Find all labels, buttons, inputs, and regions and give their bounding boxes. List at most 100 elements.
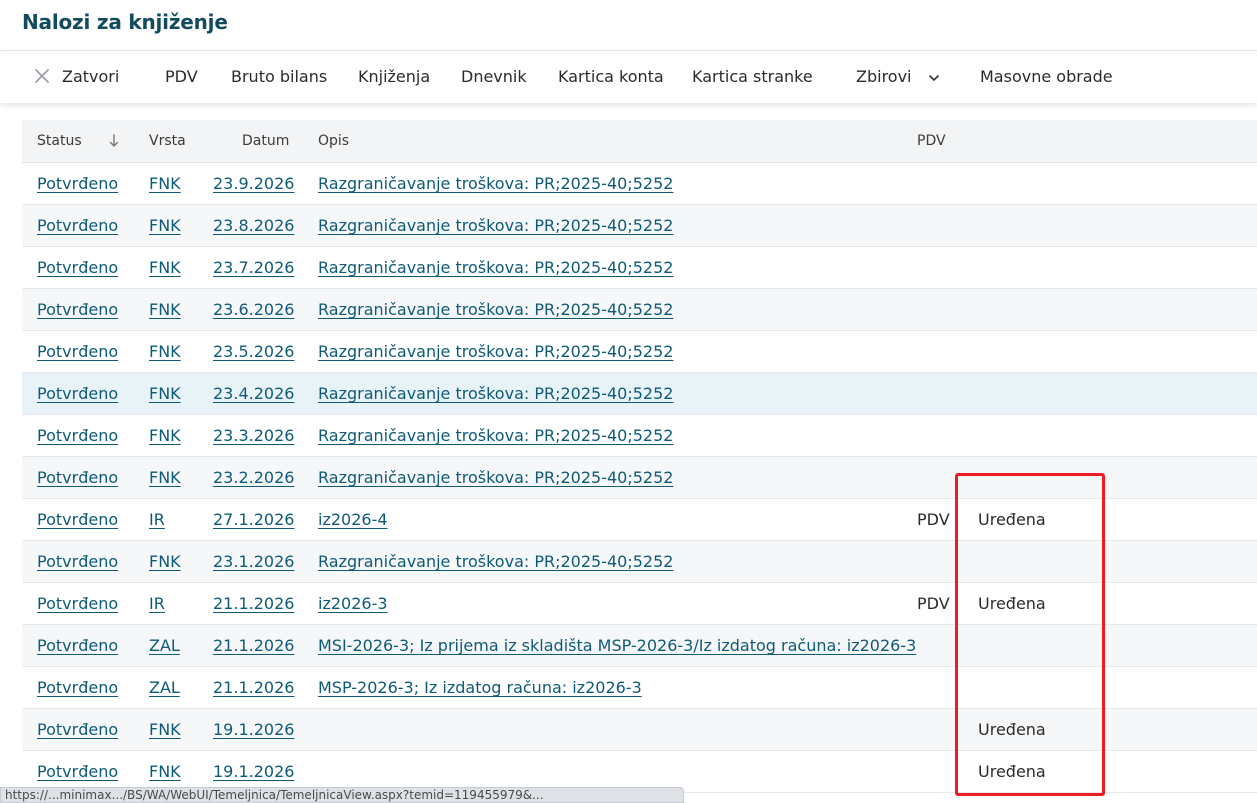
uredena-cell: Uređena [978,594,1046,613]
column-header-opis[interactable]: Opis [318,120,349,162]
opis-link[interactable]: MSP-2026-3; Iz izdatog računa: iz2026-3 [318,667,642,708]
datum-link[interactable]: 21.1.2026 [213,625,294,666]
opis-link[interactable]: Razgraničavanje troškova: PR;2025-40;525… [318,331,673,372]
datum-link[interactable]: 23.5.2026 [213,331,294,372]
vrsta-link[interactable]: FNK [149,205,181,246]
status-link[interactable]: Potvrđeno [37,457,118,498]
status-link[interactable]: Potvrđeno [37,415,118,456]
table-body: Potvrđeno FNK 23.9.2026 Razgraničavanje tro… [22,163,1257,793]
datum-link[interactable]: 21.1.2026 [213,583,294,624]
status-link[interactable]: Potvrđeno [37,289,118,330]
opis-link[interactable]: Razgraničavanje troškova: PR;2025-40;525… [318,373,673,414]
vrsta-link[interactable]: ZAL [149,667,180,708]
status-link[interactable]: Potvrđeno [37,373,118,414]
column-header-status[interactable]: Status [37,120,82,162]
table-row[interactable]: Potvrđeno FNK 23.6.2026 Razgraničavanje tro… [22,289,1257,331]
datum-link[interactable]: 23.3.2026 [213,415,294,456]
datum-link[interactable]: 23.6.2026 [213,289,294,330]
table-row[interactable]: Potvrđeno ZAL 21.1.2026 MSP-2026-3; Iz izda… [22,667,1257,709]
pdv-cell: PDV [917,510,950,529]
opis-link[interactable]: Razgraničavanje troškova: PR;2025-40;525… [318,205,673,246]
uredena-cell: Uređena [978,762,1046,781]
table-header: Status Vrsta Datum Opis PDV [22,120,1257,163]
toolbar-kartica-konta-button[interactable]: Kartica konta [558,51,664,103]
datum-link[interactable]: 19.1.2026 [213,751,294,792]
vrsta-link[interactable]: FNK [149,373,181,414]
vrsta-link[interactable]: FNK [149,415,181,456]
opis-link[interactable]: iz2026-4 [318,499,388,540]
uredena-cell: Uređena [978,510,1046,529]
toolbar-zbirovi-dropdown[interactable]: Zbirovi [856,51,912,103]
opis-link[interactable]: iz2026-3 [318,583,388,624]
browser-status-url: https://...minimax.../BS/WA/WebUI/Temelj… [0,787,684,803]
table-row[interactable]: Potvrđeno FNK 19.1.2026 Uređena [22,709,1257,751]
vrsta-link[interactable]: ZAL [149,625,180,666]
opis-link[interactable]: Razgraničavanje troškova: PR;2025-40;525… [318,457,673,498]
column-header-pdv[interactable]: PDV [917,120,946,162]
table-row[interactable]: Potvrđeno FNK 23.7.2026 Razgraničavanje tro… [22,247,1257,289]
toolbar-bruto-bilans-button[interactable]: Bruto bilans [231,51,327,103]
table-row[interactable]: Potvrđeno IR 21.1.2026 iz2026-3 PDV Uređena [22,583,1257,625]
vrsta-link[interactable]: IR [149,583,165,624]
vrsta-link[interactable]: FNK [149,457,181,498]
close-button[interactable]: Zatvori [62,51,119,103]
toolbar-pdv-button[interactable]: PDV [165,51,198,103]
status-link[interactable]: Potvrđeno [37,541,118,582]
status-link[interactable]: Potvrđeno [37,751,118,792]
datum-link[interactable]: 19.1.2026 [213,709,294,750]
opis-link[interactable]: Razgraničavanje troškova: PR;2025-40;525… [318,541,673,582]
datum-link[interactable]: 23.1.2026 [213,541,294,582]
close-icon[interactable] [34,68,50,84]
opis-link[interactable]: Razgraničavanje troškova: PR;2025-40;525… [318,289,673,330]
uredena-cell: Uređena [978,720,1046,739]
toolbar-kartica-stranke-button[interactable]: Kartica stranke [692,51,813,103]
documents-table: Status Vrsta Datum Opis PDV Potvrđeno FNK… [22,120,1257,793]
page-title: Nalozi za knjiženje [22,10,228,34]
status-link[interactable]: Potvrđeno [37,583,118,624]
status-link[interactable]: Potvrđeno [37,163,118,204]
table-row[interactable]: Potvrđeno IR 27.1.2026 iz2026-4 PDV Uređena [22,499,1257,541]
opis-link[interactable]: MSI-2026-3; Iz prijema iz skladišta MSP-… [318,625,916,666]
table-row[interactable]: Potvrđeno FNK 23.8.2026 Razgraničavanje tro… [22,205,1257,247]
toolbar-dnevnik-button[interactable]: Dnevnik [461,51,527,103]
table-row[interactable]: Potvrđeno FNK 23.4.2026 Razgraničavanje tro… [22,373,1257,415]
vrsta-link[interactable]: FNK [149,163,181,204]
opis-link[interactable]: Razgraničavanje troškova: PR;2025-40;525… [318,247,673,288]
vrsta-link[interactable]: FNK [149,289,181,330]
datum-link[interactable]: 27.1.2026 [213,499,294,540]
datum-link[interactable]: 23.2.2026 [213,457,294,498]
toolbar: Zatvori PDV Bruto bilans Knjiženja Dnevn… [0,51,1257,103]
vrsta-link[interactable]: FNK [149,709,181,750]
opis-link[interactable]: Razgraničavanje troškova: PR;2025-40;525… [318,415,673,456]
chevron-down-icon[interactable] [928,72,940,84]
vrsta-link[interactable]: IR [149,499,165,540]
datum-link[interactable]: 21.1.2026 [213,667,294,708]
sort-descending-icon[interactable] [108,133,120,149]
column-header-vrsta[interactable]: Vrsta [149,120,186,162]
vrsta-link[interactable]: FNK [149,247,181,288]
column-header-datum[interactable]: Datum [242,120,289,162]
vrsta-link[interactable]: FNK [149,541,181,582]
datum-link[interactable]: 23.9.2026 [213,163,294,204]
opis-link[interactable]: Razgraničavanje troškova: PR;2025-40;525… [318,163,673,204]
status-link[interactable]: Potvrđeno [37,625,118,666]
status-link[interactable]: Potvrđeno [37,247,118,288]
datum-link[interactable]: 23.8.2026 [213,205,294,246]
status-link[interactable]: Potvrđeno [37,709,118,750]
table-row[interactable]: Potvrđeno FNK 23.1.2026 Razgraničavanje tro… [22,541,1257,583]
table-row[interactable]: Potvrđeno FNK 23.5.2026 Razgraničavanje tro… [22,331,1257,373]
table-row[interactable]: Potvrđeno FNK 23.3.2026 Razgraničavanje tro… [22,415,1257,457]
vrsta-link[interactable]: FNK [149,331,181,372]
toolbar-knjizenja-button[interactable]: Knjiženja [358,51,430,103]
datum-link[interactable]: 23.4.2026 [213,373,294,414]
status-link[interactable]: Potvrđeno [37,205,118,246]
table-row[interactable]: Potvrđeno FNK 23.2.2026 Razgraničavanje tro… [22,457,1257,499]
table-row[interactable]: Potvrđeno FNK 23.9.2026 Razgraničavanje tro… [22,163,1257,205]
status-link[interactable]: Potvrđeno [37,667,118,708]
table-row[interactable]: Potvrđeno ZAL 21.1.2026 MSI-2026-3; Iz prij… [22,625,1257,667]
toolbar-masovne-obrade-button[interactable]: Masovne obrade [980,51,1113,103]
datum-link[interactable]: 23.7.2026 [213,247,294,288]
status-link[interactable]: Potvrđeno [37,499,118,540]
vrsta-link[interactable]: FNK [149,751,181,792]
status-link[interactable]: Potvrđeno [37,331,118,372]
